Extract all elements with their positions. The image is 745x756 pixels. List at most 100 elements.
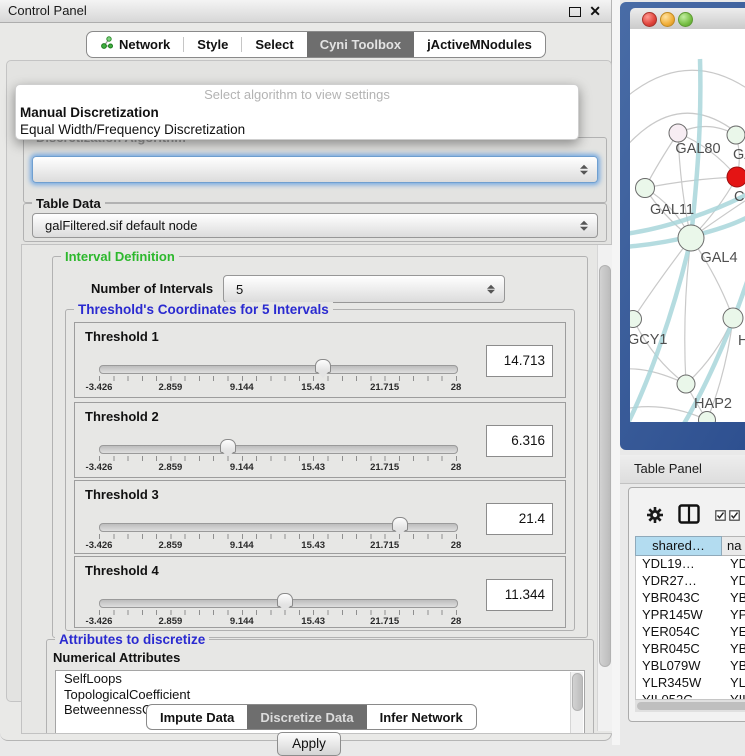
threshold-4-panel: Threshold 4 -3.426 2.859 9.144 15.43 21.… bbox=[74, 556, 566, 628]
threshold-3-slider[interactable]: -3.426 2.859 9.144 15.43 21.715 28 bbox=[99, 517, 456, 553]
settings-scrollbar[interactable] bbox=[597, 245, 612, 731]
zoom-traffic-light-icon[interactable] bbox=[678, 12, 693, 27]
thresholds-group-title: Threshold's Coordinates for 5 Intervals bbox=[74, 302, 333, 317]
threshold-4-label: Threshold 4 bbox=[85, 563, 159, 578]
control-panel-title: Control Panel bbox=[8, 0, 87, 22]
threshold-1-slider[interactable]: -3.426 2.859 9.144 15.43 21.715 28 bbox=[99, 359, 456, 395]
number-of-intervals-select[interactable]: 5 bbox=[223, 275, 505, 303]
table-header-row: shared… na bbox=[635, 536, 745, 556]
column-header-shared-name[interactable]: shared… bbox=[635, 536, 722, 556]
table-toolbar bbox=[629, 488, 745, 532]
discretization-algorithm-group: Discretization Algorithm bbox=[23, 137, 607, 203]
close-traffic-light-icon[interactable] bbox=[642, 12, 657, 27]
node-selected-red[interactable] bbox=[727, 167, 745, 187]
minimize-traffic-light-icon[interactable] bbox=[660, 12, 675, 27]
node-gcy1[interactable] bbox=[630, 311, 642, 328]
threshold-1-value-field[interactable]: 14.713 bbox=[486, 345, 553, 377]
list-item[interactable]: TopologicalCoefficient bbox=[56, 687, 584, 703]
combo-stepper-icon bbox=[487, 283, 495, 296]
close-icon[interactable]: ✕ bbox=[589, 2, 601, 20]
apply-button[interactable]: Apply bbox=[277, 732, 341, 756]
node-label-h: H bbox=[738, 333, 745, 349]
tab-network[interactable]: Network bbox=[87, 32, 183, 57]
interval-definition-title: Interval Definition bbox=[61, 249, 179, 264]
node-gal4[interactable] bbox=[678, 225, 704, 251]
tab-infer-network[interactable]: Infer Network bbox=[367, 705, 476, 729]
checkbox-icon[interactable] bbox=[729, 509, 740, 524]
network-window-titlebar bbox=[630, 8, 745, 30]
tab-cyni-toolbox[interactable]: Cyni Toolbox bbox=[307, 32, 414, 57]
node-label-hap2: HAP2 bbox=[694, 396, 732, 412]
table-row[interactable]: YPR145WYPR1 bbox=[636, 607, 745, 624]
slider-ticks bbox=[99, 610, 457, 615]
network-tab-icon bbox=[100, 36, 113, 53]
network-canvas[interactable]: GAL80 GA C GAL11 GAL4 GCY1 H HAP2 bbox=[630, 29, 745, 422]
list-scrollbar-thumb[interactable] bbox=[572, 673, 583, 711]
tab-select[interactable]: Select bbox=[242, 32, 306, 57]
node-label-ga: GA bbox=[733, 147, 745, 163]
column-header-name[interactable]: na bbox=[722, 536, 745, 556]
column-view-icon[interactable] bbox=[678, 504, 700, 527]
slider-thumb[interactable] bbox=[220, 439, 236, 453]
bottom-tab-bar: Impute Data Discretize Data Infer Networ… bbox=[146, 704, 477, 730]
slider-track[interactable] bbox=[99, 365, 458, 374]
table-horizontal-scrollbar-thumb[interactable] bbox=[637, 702, 745, 710]
node-table: shared… na bbox=[635, 536, 745, 556]
table-row[interactable]: YBR045CYBR0 bbox=[636, 641, 745, 658]
node-h[interactable] bbox=[723, 308, 743, 328]
table-row[interactable]: YLR345WYLR3 bbox=[636, 675, 745, 692]
top-tab-bar: Network Style Select Cyni Toolbox jActiv… bbox=[86, 31, 546, 58]
table-row[interactable]: YBR043CYBR0 bbox=[636, 590, 745, 607]
threshold-4-slider[interactable]: -3.426 2.859 9.144 15.43 21.715 28 bbox=[99, 593, 456, 629]
table-row[interactable]: YER054CYER0 bbox=[636, 624, 745, 641]
settings-scrollbar-thumb[interactable] bbox=[599, 265, 611, 667]
table-data-select[interactable]: galFiltered.sif default node bbox=[32, 213, 598, 238]
threshold-1-label: Threshold 1 bbox=[85, 329, 159, 344]
slider-tick-labels: -3.426 2.859 9.144 15.43 21.715 28 bbox=[99, 540, 456, 552]
algorithm-select[interactable] bbox=[32, 156, 598, 183]
node-label-gal4: GAL4 bbox=[700, 250, 737, 266]
threshold-1-panel: Threshold 1 -3.426 2.859 9.144 15.43 21.… bbox=[74, 322, 566, 398]
slider-thumb[interactable] bbox=[277, 593, 293, 607]
node-bottom[interactable] bbox=[699, 412, 716, 423]
node-label-c: C bbox=[734, 189, 744, 205]
algorithm-dropdown-popup: Select algorithm to view settings Manual… bbox=[15, 84, 579, 140]
threshold-2-value-field[interactable]: 6.316 bbox=[486, 425, 553, 457]
slider-ticks bbox=[99, 534, 457, 539]
tab-impute-data[interactable]: Impute Data bbox=[147, 705, 247, 729]
table-data-group: Table Data galFiltered.sif default node bbox=[23, 203, 607, 242]
tab-jactivemnodules[interactable]: jActiveMNodules bbox=[414, 32, 545, 57]
node-gal11[interactable] bbox=[636, 179, 655, 198]
gear-icon[interactable] bbox=[646, 506, 664, 527]
table-row[interactable]: YBL079WYBL0 bbox=[636, 658, 745, 675]
threshold-3-panel: Threshold 3 -3.426 2.859 9.144 15.43 21.… bbox=[74, 480, 566, 554]
table-row[interactable]: YDR27…YDR2 bbox=[636, 573, 745, 590]
number-of-intervals-value: 5 bbox=[236, 276, 243, 302]
option-manual-discretization[interactable]: Manual Discretization bbox=[16, 104, 578, 121]
node-ga[interactable] bbox=[727, 126, 745, 144]
table-data-selected-value: galFiltered.sif default node bbox=[45, 214, 197, 237]
table-row[interactable]: YDL19…YDL1 bbox=[636, 556, 745, 573]
algorithm-placeholder: Select algorithm to view settings bbox=[16, 85, 578, 104]
slider-track[interactable] bbox=[99, 445, 458, 454]
tab-style[interactable]: Style bbox=[184, 32, 241, 57]
list-item[interactable]: SelfLoops bbox=[56, 671, 584, 687]
list-scrollbar[interactable] bbox=[570, 672, 583, 734]
threshold-2-slider[interactable]: -3.426 2.859 9.144 15.43 21.715 28 bbox=[99, 439, 456, 475]
table-panel: shared… na YDL19…YDL1 YDR27…YDR2 YBR043C… bbox=[628, 487, 745, 722]
threshold-4-value-field[interactable]: 11.344 bbox=[486, 579, 553, 611]
slider-thumb[interactable] bbox=[315, 359, 331, 373]
table-horizontal-scrollbar[interactable] bbox=[635, 699, 745, 712]
node-hap2[interactable] bbox=[677, 375, 695, 393]
slider-thumb[interactable] bbox=[392, 517, 408, 531]
slider-ticks bbox=[99, 376, 457, 381]
node-gal80[interactable] bbox=[669, 124, 687, 142]
threshold-3-value-field[interactable]: 21.4 bbox=[486, 503, 553, 535]
threshold-2-panel: Threshold 2 -3.426 2.859 9.144 15.43 21.… bbox=[74, 402, 566, 478]
numerical-attributes-label: Numerical Attributes bbox=[53, 650, 180, 665]
threshold-2-label: Threshold 2 bbox=[85, 409, 159, 424]
checkbox-icon[interactable] bbox=[715, 509, 726, 524]
option-equal-width-frequency[interactable]: Equal Width/Frequency Discretization bbox=[16, 121, 578, 138]
tab-discretize-data[interactable]: Discretize Data bbox=[247, 705, 366, 729]
float-window-icon[interactable] bbox=[569, 7, 581, 17]
